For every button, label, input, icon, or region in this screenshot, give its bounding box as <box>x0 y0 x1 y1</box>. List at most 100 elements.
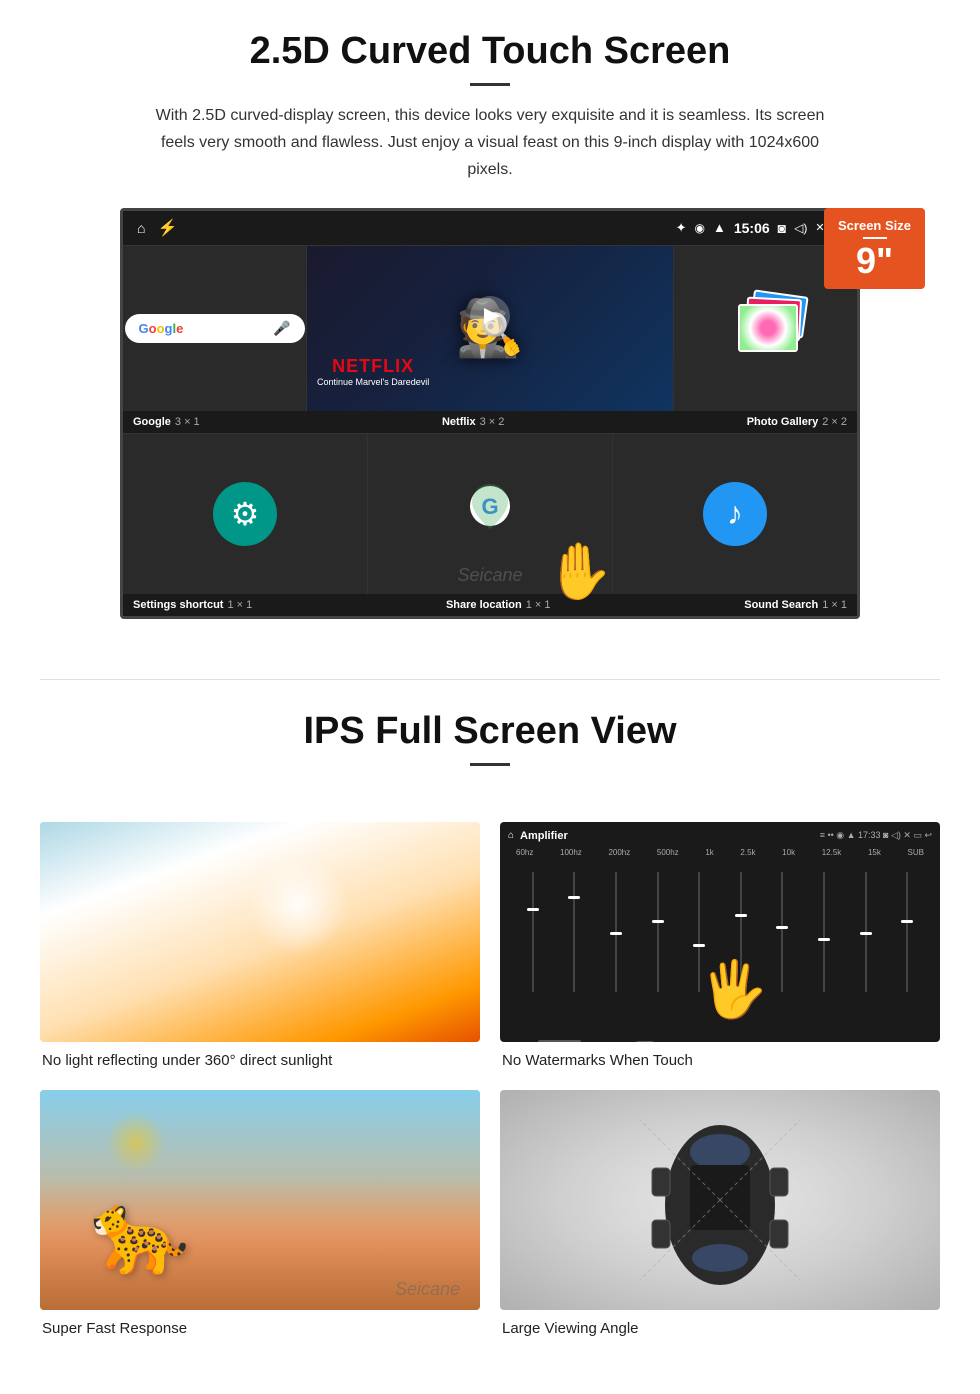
slider-track-7 <box>781 872 783 992</box>
watermark-label: No Watermarks When Touch <box>500 1052 693 1069</box>
car-label: Large Viewing Angle <box>500 1320 639 1337</box>
slider-thumb-10 <box>901 920 913 923</box>
google-logo: Google <box>139 321 184 336</box>
slider-1 <box>516 872 550 992</box>
flower-image <box>740 306 796 350</box>
status-bar-left: ⌂ ⚡ <box>137 218 177 238</box>
slider-thumb-8 <box>818 938 830 941</box>
google-size: 3 × 1 <box>175 416 200 428</box>
amp-title: Amplifier <box>520 830 568 842</box>
photogallery-size: 2 × 2 <box>822 416 847 428</box>
slider-3 <box>599 872 633 992</box>
eq-sliders: 🖐 <box>516 852 924 992</box>
netflix-subtitle: Continue Marvel's Daredevil <box>317 377 429 387</box>
maps-icon: G <box>465 484 515 544</box>
sunlight-label: No light reflecting under 360° direct su… <box>40 1052 332 1069</box>
amp-prev-icon: ◀◀ <box>516 1041 530 1042</box>
amp-home-icon: ⌂ <box>508 830 514 841</box>
google-search-bar[interactable]: Google 🎤 <box>125 314 305 343</box>
wifi-icon: ▲ <box>713 220 726 235</box>
usb-icon: ⚡ <box>157 218 177 238</box>
cheetah-image: 🐆 Seicane <box>40 1090 480 1310</box>
settings-size: 1 × 1 <box>227 599 252 611</box>
screen-size-label: Screen Size <box>838 218 911 233</box>
amp-bottom-controls: ◀◀ Custom loudness <box>508 1036 932 1042</box>
amplifier-image: ⌂ Amplifier ≡ •• ◉ ▲ 17:33 ◙ ◁) ✕ ▭ ↩ 60… <box>500 822 940 1042</box>
labels-row-1: Google 3 × 1 Netflix 3 × 2 Photo Gallery… <box>123 411 857 433</box>
sun-effect <box>106 1112 166 1172</box>
sound-search-cell[interactable]: ♪ <box>613 434 857 594</box>
cheetah-label: Super Fast Response <box>40 1320 187 1337</box>
slider-8 <box>807 872 841 992</box>
car-image <box>500 1090 940 1310</box>
screen-size-badge: Screen Size 9" <box>824 208 925 289</box>
slider-thumb-6 <box>735 914 747 917</box>
badge-underline <box>863 237 887 239</box>
slider-track-10 <box>906 872 908 992</box>
play-button[interactable] <box>470 296 510 336</box>
feature-grid: No light reflecting under 360° direct su… <box>0 802 980 1358</box>
slider-thumb-9 <box>860 932 872 935</box>
amp-bg: ⌂ Amplifier ≡ •• ◉ ▲ 17:33 ◙ ◁) ✕ ▭ ↩ 60… <box>500 822 940 1042</box>
feature-car: Large Viewing Angle <box>500 1090 940 1338</box>
bluetooth-icon: ✦ <box>676 220 687 236</box>
section2-title: IPS Full Screen View <box>60 710 920 753</box>
photo-stack <box>726 288 806 368</box>
labels-row-2: Settings shortcut 1 × 1 Share location 1… <box>123 594 857 616</box>
section-curved-screen: 2.5D Curved Touch Screen With 2.5D curve… <box>0 0 980 639</box>
app-row-1: Google 🎤 🕵️ <box>123 245 857 411</box>
section1-title: 2.5D Curved Touch Screen <box>60 30 920 73</box>
mic-icon: 🎤 <box>273 320 290 337</box>
google-label: Google <box>133 416 171 428</box>
netflix-label: NETFLIX Continue Marvel's Daredevil <box>317 356 429 387</box>
play-triangle <box>484 308 500 324</box>
sound-search-label: Sound Search <box>744 599 818 611</box>
amp-icons: ≡ •• ◉ ▲ 17:33 ◙ ◁) ✕ ▭ ↩ <box>820 830 932 841</box>
slider-thumb-4 <box>652 920 664 923</box>
slider-track-1 <box>532 872 534 992</box>
status-time: 15:06 <box>734 220 770 236</box>
section1-description: With 2.5D curved-display screen, this de… <box>150 102 830 184</box>
sunlight-image <box>40 822 480 1042</box>
custom-button[interactable]: Custom <box>538 1040 581 1042</box>
netflix-label: Netflix <box>442 416 476 428</box>
slider-track-3 <box>615 872 617 992</box>
status-bar-right: ✦ ◉ ▲ 15:06 ◙ ◁) ✕ ▭ <box>676 220 843 236</box>
screen-mockup-wrapper: ⌂ ⚡ ✦ ◉ ▲ 15:06 ◙ ◁) ✕ ▭ <box>60 208 920 619</box>
app-row-2: ⚙ G 🤚 ♪ <box>123 433 857 594</box>
maps-svg: G <box>465 484 515 539</box>
loudness-toggle[interactable] <box>633 1041 657 1042</box>
slider-track-4 <box>657 872 659 992</box>
section2-underline <box>470 763 510 766</box>
share-location-cell[interactable]: G 🤚 <box>368 434 613 594</box>
netflix-size: 3 × 2 <box>480 416 505 428</box>
google-app-cell[interactable]: Google 🎤 <box>123 246 307 411</box>
settings-shortcut-label: Settings shortcut <box>133 599 223 611</box>
hand-pointing-icon: 🤚 <box>544 539 612 604</box>
home-icon: ⌂ <box>137 220 145 236</box>
gear-icon: ⚙ <box>231 495 260 533</box>
slider-7 <box>766 872 800 992</box>
title-underline <box>470 83 510 86</box>
slider-thumb-5 <box>693 944 705 947</box>
sound-size: 1 × 1 <box>822 599 847 611</box>
location-icon: ◉ <box>695 221 705 235</box>
cheetah-bg: 🐆 Seicane <box>40 1090 480 1310</box>
android-screen: ⌂ ⚡ ✦ ◉ ▲ 15:06 ◙ ◁) ✕ ▭ <box>120 208 860 619</box>
screen-size-number: 9" <box>838 243 911 279</box>
settings-icon-circle: ⚙ <box>213 482 277 546</box>
settings-cell[interactable]: ⚙ <box>123 434 368 594</box>
section-ips: IPS Full Screen View <box>0 680 980 802</box>
sunlight-bg <box>40 822 480 1042</box>
volume-icon: ◁) <box>794 221 807 235</box>
photogallery-label: Photo Gallery <box>747 416 819 428</box>
camera-icon: ◙ <box>778 220 786 236</box>
netflix-app-cell[interactable]: 🕵️ NETFLIX Continue Marvel's Daredevil <box>307 246 674 411</box>
status-bar: ⌂ ⚡ ✦ ◉ ▲ 15:06 ◙ ◁) ✕ ▭ <box>123 211 857 245</box>
netflix-title: NETFLIX <box>317 356 429 377</box>
cheetah-silhouette: 🐆 <box>90 1186 190 1280</box>
car-top-view-svg <box>630 1110 810 1290</box>
share-location-label: Share location <box>446 599 522 611</box>
feature-cheetah: 🐆 Seicane Super Fast Response <box>40 1090 480 1338</box>
eq-bars-container: 60hz 100hz 200hz 500hz 1k 2.5k 10k 12.5k… <box>508 848 932 996</box>
